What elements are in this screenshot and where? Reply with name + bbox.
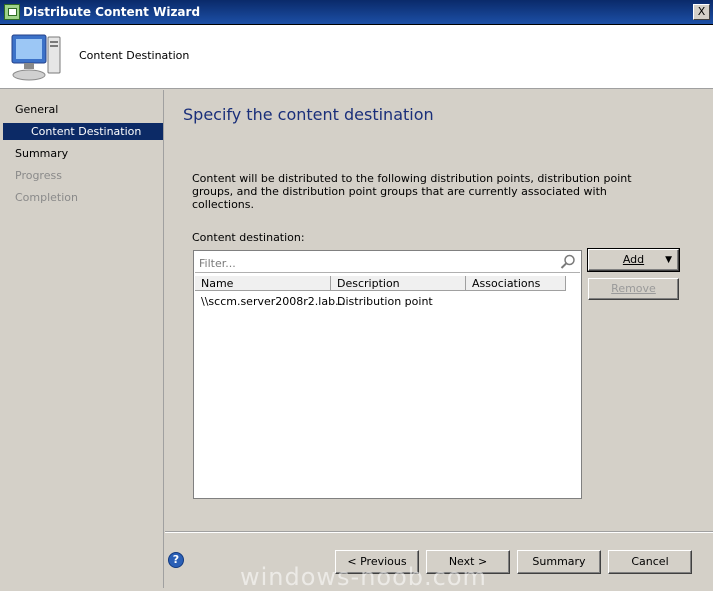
nav-step-label: General — [15, 103, 59, 116]
destination-list[interactable]: Name Description Associations \\sccm.ser… — [193, 250, 582, 499]
window-title: Distribute Content Wizard — [23, 5, 201, 19]
filter-input[interactable] — [195, 252, 561, 274]
nav-step-label: Summary — [15, 147, 69, 160]
cell-description: Distribution point — [337, 295, 433, 308]
header-title: Content Destination — [79, 49, 190, 62]
computer-icon — [11, 34, 61, 81]
content-destination-label: Content destination: — [192, 231, 305, 244]
cancel-button[interactable]: Cancel — [608, 550, 692, 574]
nav-step-completion: Completion — [3, 189, 163, 206]
nav-step-general[interactable]: General — [3, 101, 163, 118]
table-row[interactable]: \\sccm.server2008r2.lab... Distribution … — [195, 294, 580, 310]
wizard-window: Distribute Content Wizard X Content Dest… — [0, 0, 713, 591]
wizard-header: Content Destination — [0, 25, 713, 89]
column-header-associations[interactable]: Associations — [466, 276, 566, 291]
summary-button[interactable]: Summary — [517, 550, 601, 574]
wizard-steps-nav: General Content Destination Summary Prog… — [3, 90, 164, 588]
page-title: Specify the content destination — [183, 105, 434, 124]
add-button[interactable]: Add ▼ — [587, 248, 680, 272]
remove-button[interactable]: Remove — [588, 278, 679, 300]
help-icon[interactable]: ? — [168, 552, 184, 568]
column-header-row: Name Description Associations — [195, 276, 580, 292]
search-icon[interactable] — [560, 254, 576, 270]
footer-divider — [165, 531, 713, 533]
watermark-text: windows-noob.com — [240, 563, 487, 591]
nav-step-label: Content Destination — [31, 125, 142, 138]
filter-bar — [195, 252, 580, 274]
column-header-description[interactable]: Description — [331, 276, 466, 291]
title-bar[interactable]: Distribute Content Wizard X — [0, 0, 713, 25]
add-button-label: Add — [622, 253, 645, 266]
page-description: Content will be distributed to the follo… — [192, 172, 632, 211]
close-button[interactable]: X — [693, 4, 710, 20]
column-header-name[interactable]: Name — [195, 276, 331, 291]
dropdown-arrow-icon: ▼ — [665, 255, 672, 265]
wizard-app-icon — [4, 4, 20, 20]
nav-step-summary[interactable]: Summary — [3, 145, 163, 162]
nav-step-content-destination[interactable]: Content Destination — [3, 123, 163, 140]
cell-name: \\sccm.server2008r2.lab... — [201, 295, 346, 308]
nav-step-label: Completion — [15, 191, 79, 204]
nav-step-label: Progress — [15, 169, 62, 182]
nav-step-progress: Progress — [3, 167, 163, 184]
